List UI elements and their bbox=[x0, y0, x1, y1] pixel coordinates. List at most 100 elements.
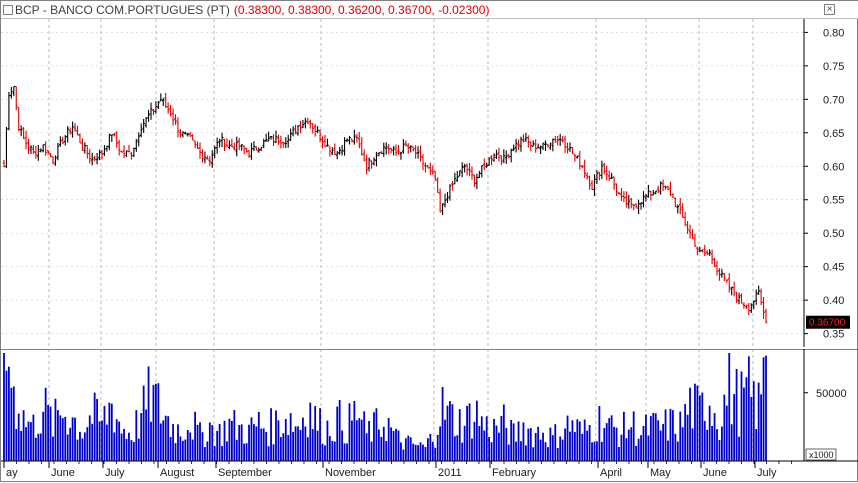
ohlc-bar bbox=[29, 145, 33, 154]
volume-bar bbox=[373, 412, 375, 461]
ohlc-bar bbox=[164, 92, 168, 108]
volume-bar bbox=[554, 424, 557, 461]
volume-bar bbox=[757, 382, 760, 461]
volume-bar bbox=[128, 432, 130, 461]
price-tick-label: 0.60 bbox=[823, 161, 844, 173]
volume-bar bbox=[311, 429, 314, 461]
volume-bar bbox=[265, 431, 268, 461]
volume-bar bbox=[179, 436, 182, 461]
ohlc-bar bbox=[144, 117, 148, 128]
symbol-title: BCP - BANCO COM.PORTUGUES (PT) bbox=[15, 3, 230, 17]
ohlc-bar bbox=[73, 123, 77, 132]
volume-bar bbox=[108, 402, 111, 461]
ohlc-bar bbox=[12, 85, 16, 97]
ohlc-bar bbox=[669, 181, 672, 196]
ohlc-bar bbox=[576, 155, 579, 159]
volume-bar bbox=[370, 441, 373, 461]
ohlc-bar bbox=[184, 131, 187, 135]
ohlc-bar bbox=[46, 149, 50, 155]
volume-bar bbox=[444, 419, 446, 461]
window-menu-icon[interactable] bbox=[3, 4, 13, 15]
ohlc-bar bbox=[17, 106, 21, 132]
volume-bar bbox=[745, 377, 748, 461]
ohlc-bar bbox=[634, 203, 638, 209]
time-tick-label: ay bbox=[6, 467, 18, 479]
ohlc-bar bbox=[235, 136, 239, 157]
volume-bar bbox=[453, 436, 456, 461]
volume-bar bbox=[382, 426, 385, 461]
ohlc-bar bbox=[95, 152, 99, 165]
volume-bar bbox=[181, 440, 184, 461]
volume-bar bbox=[164, 415, 167, 461]
ohlc-bar bbox=[644, 193, 648, 202]
ohlc-bar bbox=[578, 150, 582, 170]
volume-bar bbox=[573, 432, 576, 461]
ohlc-bar bbox=[686, 221, 689, 234]
volume-bar bbox=[475, 400, 478, 461]
volume-bar bbox=[204, 447, 206, 461]
ohlc-bar bbox=[269, 135, 273, 140]
ohlc-bar bbox=[331, 147, 334, 156]
ohlc-bar bbox=[90, 152, 94, 166]
volume-bar bbox=[331, 440, 334, 461]
volume-tick-label: 50000 bbox=[816, 388, 847, 400]
ohlc-bar bbox=[237, 137, 241, 151]
ohlc-bar bbox=[313, 123, 317, 137]
volume-bar bbox=[720, 426, 723, 461]
volume-bar bbox=[439, 426, 442, 461]
volume-bar bbox=[691, 428, 694, 461]
volume-bar bbox=[3, 353, 5, 461]
ohlc-bar bbox=[727, 273, 731, 293]
volume-bar bbox=[113, 432, 116, 461]
volume-bar bbox=[15, 428, 18, 461]
ohlc-bar bbox=[674, 197, 677, 208]
ohlc-bar bbox=[691, 229, 694, 239]
ohlc-bar bbox=[257, 147, 261, 153]
volume-bar bbox=[240, 424, 243, 461]
volume-bar bbox=[145, 409, 148, 461]
volume-bar bbox=[400, 442, 402, 461]
volume-bar bbox=[524, 445, 527, 461]
volume-bar bbox=[309, 402, 312, 461]
volume-bar bbox=[392, 431, 395, 461]
volume-bar bbox=[422, 444, 424, 461]
time-axis: ay June July August September November 2011 Feb… bbox=[3, 461, 792, 479]
ohlc-bar bbox=[544, 140, 547, 151]
ohlc-bar bbox=[282, 141, 285, 148]
volume-bar bbox=[578, 421, 581, 461]
volume-bar bbox=[245, 443, 248, 461]
ohlc-bar bbox=[737, 292, 741, 305]
ohlc-bar bbox=[218, 138, 221, 148]
ohlc-bar bbox=[688, 224, 692, 239]
volume-bar bbox=[76, 439, 79, 461]
ohlc-bar bbox=[453, 172, 457, 185]
volume-bar bbox=[676, 441, 679, 461]
volume-bar bbox=[762, 357, 765, 461]
volume-bar bbox=[468, 403, 471, 461]
close-icon[interactable]: × bbox=[824, 4, 835, 15]
volume-bar bbox=[255, 426, 258, 461]
ohlc-bar bbox=[286, 134, 290, 148]
volume-bar bbox=[49, 406, 52, 461]
ohlc-bar bbox=[414, 145, 417, 159]
volume-bar bbox=[490, 442, 493, 461]
volume-bar bbox=[135, 410, 138, 461]
volume-bar bbox=[253, 424, 255, 461]
ohlc-bar bbox=[105, 145, 109, 152]
volume-bar bbox=[390, 427, 393, 461]
volume-bar bbox=[191, 439, 194, 461]
ohlc-bar bbox=[32, 144, 35, 155]
ohlc-bar bbox=[429, 162, 432, 175]
volume-bar bbox=[537, 426, 540, 461]
ohlc-bar bbox=[362, 149, 366, 162]
ohlc-bar bbox=[137, 132, 141, 147]
ohlc-bar bbox=[411, 146, 415, 152]
ohlc-bar bbox=[394, 144, 398, 156]
volume-bar bbox=[387, 418, 390, 461]
ohlc-bar bbox=[88, 148, 92, 164]
volume-bar bbox=[5, 370, 8, 461]
ohlc-bar bbox=[335, 151, 339, 160]
ohlc-bar bbox=[387, 144, 390, 155]
ohlc-bar bbox=[522, 134, 525, 143]
volume-bar bbox=[358, 418, 361, 461]
